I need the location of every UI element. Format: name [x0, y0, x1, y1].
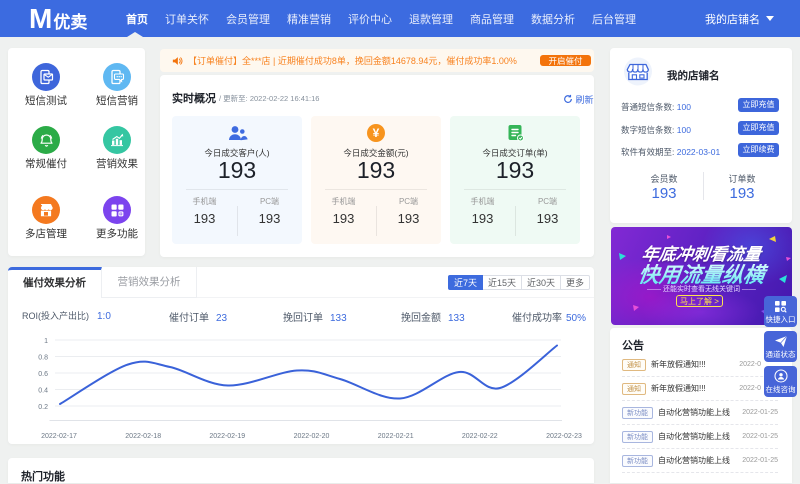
- svg-text:0.8: 0.8: [38, 355, 48, 362]
- svg-text:2022-02-19: 2022-02-19: [209, 433, 245, 440]
- svg-text:0.6: 0.6: [38, 371, 48, 378]
- svg-text:0.2: 0.2: [38, 404, 48, 411]
- svg-text:2022-02-18: 2022-02-18: [125, 433, 161, 440]
- svg-text:2022-02-20: 2022-02-20: [294, 433, 330, 440]
- svg-text:2022-02-22: 2022-02-22: [462, 433, 498, 440]
- svg-text:2022-02-23: 2022-02-23: [546, 433, 582, 440]
- svg-text:2022-02-21: 2022-02-21: [378, 433, 414, 440]
- svg-text:1: 1: [44, 338, 48, 345]
- svg-text:0.4: 0.4: [38, 388, 48, 395]
- svg-text:2022-02-17: 2022-02-17: [41, 433, 77, 440]
